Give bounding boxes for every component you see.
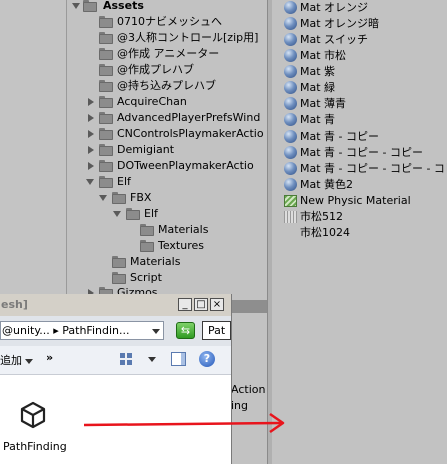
drag-arrow-annotation [83,412,285,434]
